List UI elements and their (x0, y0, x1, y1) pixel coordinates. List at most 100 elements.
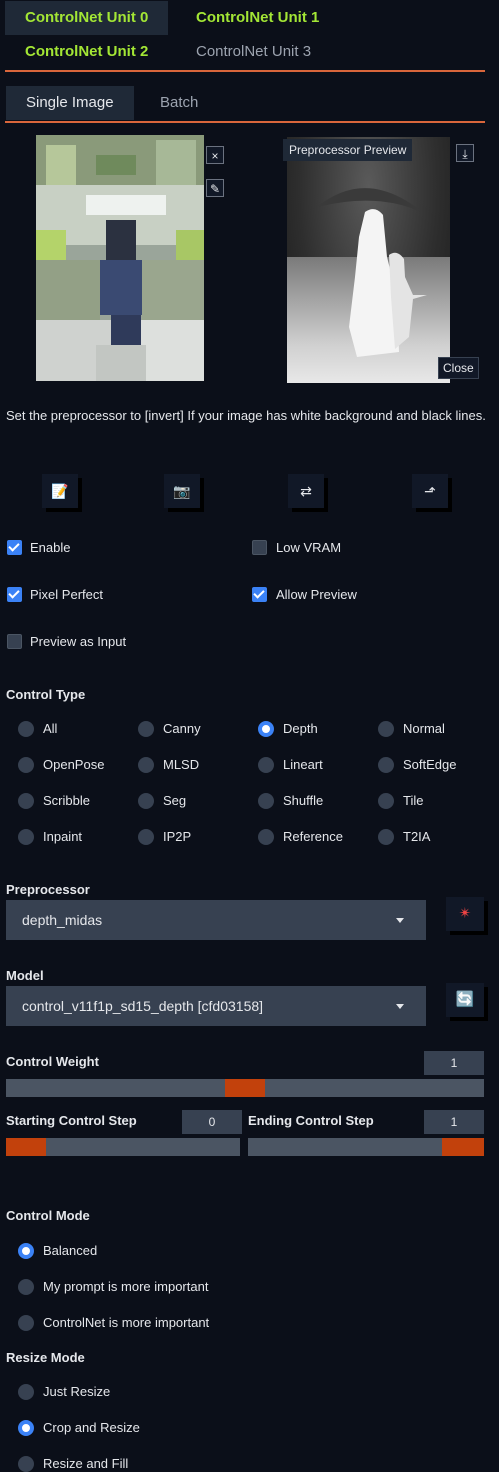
resize-mode-label-1: Crop and Resize (43, 1420, 140, 1435)
control-type-label-depth: Depth (283, 721, 318, 736)
invert-hint-text: Set the preprocessor to [invert] If your… (6, 408, 486, 423)
swap-icon: ⇄ (300, 483, 312, 499)
resize-mode-radio-2[interactable] (18, 1456, 34, 1472)
preview-as-input-checkbox[interactable] (7, 634, 22, 649)
download-preview-button[interactable]: ⤓ (456, 144, 474, 162)
control-weight-slider[interactable] (6, 1079, 484, 1097)
low-vram-label: Low VRAM (276, 540, 342, 555)
edit-image-button[interactable]: ✎ (206, 179, 224, 197)
ending-step-input[interactable]: 1 (424, 1110, 484, 1134)
control-weight-title: Control Weight (6, 1054, 99, 1069)
control-weight-thumb[interactable] (225, 1079, 265, 1097)
control-type-radio-openpose[interactable] (18, 757, 34, 773)
new-canvas-icon: 📝 (51, 483, 69, 499)
model-dropdown[interactable]: control_v11f1p_sd15_depth [cfd03158] (6, 986, 426, 1026)
explosion-icon: ✴ (458, 905, 472, 922)
pixel-perfect-checkbox[interactable] (7, 587, 22, 602)
ending-step-slider[interactable] (248, 1138, 484, 1156)
new-canvas-button[interactable]: 📝 (42, 474, 78, 508)
control-type-radio-scribble[interactable] (18, 793, 34, 809)
control-type-label-reference: Reference (283, 829, 343, 844)
control-type-radio-depth[interactable] (258, 721, 274, 737)
control-type-radio-normal[interactable] (378, 721, 394, 737)
control-type-label-canny: Canny (163, 721, 201, 736)
refresh-models-button[interactable]: 🔄 (446, 983, 484, 1017)
control-type-radio-seg[interactable] (138, 793, 154, 809)
starting-step-slider[interactable] (6, 1138, 240, 1156)
control-type-label-all: All (43, 721, 58, 736)
control-type-label-lineart: Lineart (283, 757, 323, 772)
low-vram-checkbox[interactable] (252, 540, 267, 555)
control-type-radio-ip2p[interactable] (138, 829, 154, 845)
control-type-label-ip2p: IP2P (163, 829, 192, 844)
pixel-perfect-label: Pixel Perfect (30, 587, 103, 602)
control-type-radio-softedge[interactable] (378, 757, 394, 773)
tab-controlnet-unit-2[interactable]: ControlNet Unit 2 (5, 35, 168, 69)
camera-icon: 📷 (173, 483, 191, 499)
tab-controlnet-unit-3[interactable]: ControlNet Unit 3 (176, 35, 331, 69)
control-type-radio-tile[interactable] (378, 793, 394, 809)
preview-as-input-label: Preview as Input (30, 634, 127, 649)
allow-preview-label: Allow Preview (276, 587, 357, 602)
chevron-down-icon (396, 918, 404, 923)
close-preview-button[interactable]: Close (438, 357, 479, 379)
control-type-label-scribble: Scribble (43, 793, 90, 808)
send-dimensions-button[interactable]: ⬏ (412, 474, 448, 508)
mirror-webcam-button[interactable]: ⇄ (288, 474, 324, 508)
tab-controlnet-unit-1[interactable]: ControlNet Unit 1 (176, 1, 339, 35)
control-type-radio-reference[interactable] (258, 829, 274, 845)
control-type-label-inpaint: Inpaint (43, 829, 83, 844)
preprocessor-preview-label: Preprocessor Preview (283, 139, 413, 161)
control-mode-label-0: Balanced (43, 1243, 98, 1258)
resize-mode-radio-0[interactable] (18, 1384, 34, 1400)
image-tabs-divider (5, 121, 485, 123)
preprocessor-title: Preprocessor (6, 882, 90, 897)
preprocessor-dropdown[interactable]: depth_midas (6, 900, 426, 940)
control-type-radio-canny[interactable] (138, 721, 154, 737)
refresh-icon: 🔄 (455, 991, 475, 1008)
send-dimensions-icon: ⬏ (424, 483, 436, 499)
run-preprocessor-button[interactable]: ✴ (446, 897, 484, 931)
control-type-title: Control Type (6, 687, 86, 702)
input-image[interactable] (36, 135, 204, 381)
control-type-radio-mlsd[interactable] (138, 757, 154, 773)
tab-controlnet-unit-0[interactable]: ControlNet Unit 0 (5, 1, 169, 35)
webcam-button[interactable]: 📷 (164, 474, 200, 508)
control-mode-radio-0[interactable] (18, 1243, 34, 1259)
control-mode-label-2: ControlNet is more important (43, 1315, 210, 1330)
starting-step-thumb[interactable] (6, 1138, 46, 1156)
tab-single-image[interactable]: Single Image (6, 86, 134, 120)
control-type-radio-inpaint[interactable] (18, 829, 34, 845)
control-mode-radio-2[interactable] (18, 1315, 34, 1331)
control-mode-title: Control Mode (6, 1208, 90, 1223)
control-mode-radio-1[interactable] (18, 1279, 34, 1295)
control-type-label-openpose: OpenPose (43, 757, 105, 772)
allow-preview-checkbox[interactable] (252, 587, 267, 602)
chevron-down-icon (396, 1004, 404, 1009)
enable-label: Enable (30, 540, 71, 555)
preprocessor-preview-image (287, 137, 450, 383)
control-type-label-tile: Tile (403, 793, 424, 808)
starting-step-title: Starting Control Step (6, 1113, 137, 1128)
starting-step-input[interactable]: 0 (182, 1110, 242, 1134)
control-type-label-normal: Normal (403, 721, 445, 736)
model-value: control_v11f1p_sd15_depth [cfd03158] (22, 998, 264, 1014)
resize-mode-label-0: Just Resize (43, 1384, 111, 1399)
control-type-label-shuffle: Shuffle (283, 793, 324, 808)
resize-mode-radio-1[interactable] (18, 1420, 34, 1436)
control-type-label-seg: Seg (163, 793, 187, 808)
control-type-radio-lineart[interactable] (258, 757, 274, 773)
control-weight-input[interactable]: 1 (424, 1051, 484, 1075)
enable-checkbox[interactable] (7, 540, 22, 555)
tab-batch[interactable]: Batch (140, 86, 218, 120)
ending-step-thumb[interactable] (442, 1138, 484, 1156)
control-type-radio-all[interactable] (18, 721, 34, 737)
clear-image-button[interactable]: × (206, 146, 224, 164)
ending-step-title: Ending Control Step (248, 1113, 374, 1128)
control-type-label-mlsd: MLSD (163, 757, 200, 772)
control-type-radio-t2ia[interactable] (378, 829, 394, 845)
control-type-label-t2ia: T2IA (403, 829, 431, 844)
control-type-radio-shuffle[interactable] (258, 793, 274, 809)
model-title: Model (6, 968, 44, 983)
preprocessor-value: depth_midas (22, 912, 103, 928)
